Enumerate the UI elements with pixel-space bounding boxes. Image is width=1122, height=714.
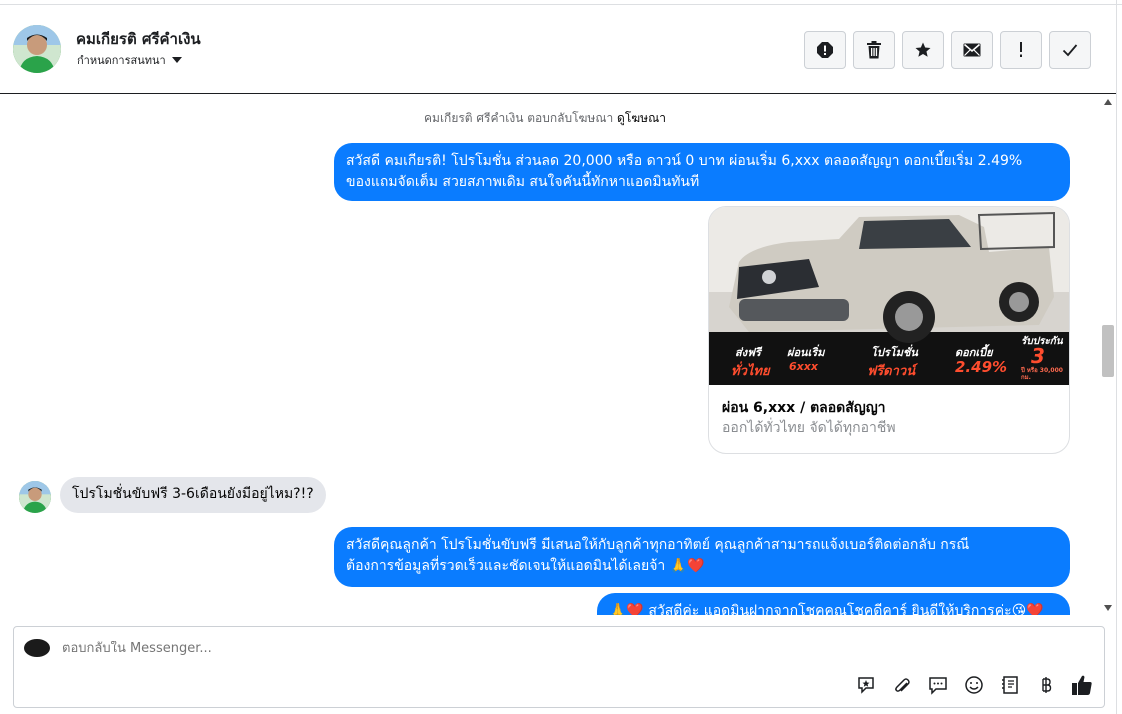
composer-tools — [854, 673, 1094, 697]
like-icon — [1072, 675, 1092, 695]
ad-card[interactable]: ส่งฟรี ทั่วไทย ผ่อนเริ่ม 6xxx โปรโมชั่น … — [708, 206, 1070, 454]
promo-label: ส่งฟรี — [735, 346, 761, 359]
mark-done-button[interactable] — [1049, 31, 1091, 69]
exclamation-icon — [1020, 42, 1022, 57]
scroll-thumb[interactable] — [1102, 325, 1114, 377]
scroll-down-arrow-icon[interactable] — [1104, 605, 1112, 611]
report-button[interactable] — [804, 31, 846, 69]
message-line: ของแถมจัดเต็ม สวยสภาพเดิม สนใจคันนี้ทักห… — [346, 174, 700, 190]
sticker-button[interactable] — [854, 673, 878, 697]
envelope-icon — [963, 43, 981, 57]
saved-replies-button[interactable] — [926, 673, 950, 697]
spam-button[interactable] — [1000, 31, 1042, 69]
message-text: โปรโมชั่นขับฟรี 3-6เดือนยังมีอยู่ไหม?!? — [72, 486, 314, 502]
promo-extra: ปี หรือ 30,000 กม. — [1021, 367, 1063, 381]
message-bubble-incoming[interactable]: โปรโมชั่นขับฟรี 3-6เดือนยังมีอยู่ไหม?!? — [60, 477, 326, 513]
report-icon — [817, 42, 833, 58]
scroll-up-arrow-icon[interactable] — [1104, 99, 1112, 105]
card-title: ผ่อน 6,xxx / ตลอดสัญญา — [722, 400, 886, 416]
check-icon — [1062, 44, 1078, 57]
promo-value: 2.49% — [955, 358, 1008, 376]
star-icon — [915, 42, 931, 57]
paperclip-icon — [895, 678, 910, 692]
message-line: ต้องการข้อมูลที่รวดเร็วและชัดเจนให้แอดมิ… — [346, 558, 705, 574]
schedule-dropdown[interactable]: กำหนดการสนทนา — [77, 51, 182, 69]
saved-replies-icon — [929, 677, 947, 695]
message-bubble-outgoing[interactable]: 🙏❤️ สวัสดีค่ะ แอดมินฝากจากโชคคูณโชคดีคาร… — [597, 593, 1070, 615]
car-image: ส่งฟรี ทั่วไทย ผ่อนเริ่ม 6xxx โปรโมชั่น … — [709, 207, 1069, 395]
inbox-window: คมเกียรติ ศรีคำเงิน กำหนดการสนทนา คมเกีย… — [0, 0, 1122, 714]
attach-button[interactable] — [890, 673, 914, 697]
catalog-button[interactable] — [998, 673, 1022, 697]
schedule-label: กำหนดการสนทนา — [77, 54, 166, 67]
emoji-icon — [965, 676, 983, 694]
view-ad-link[interactable]: ดูโฆษณา — [617, 111, 666, 125]
promo-value: ฟรีดาวน์ — [867, 364, 916, 379]
card-subtitle: ออกได้ทั่วไทย จัดได้ทุกอาชีพ — [722, 420, 896, 436]
star-button[interactable] — [902, 31, 944, 69]
promo-label: ผ่อนเริ่ม — [787, 346, 825, 359]
message-line: สวัสดี คมเกียรติ! โปรโมชั่น ส่วนลด 20,00… — [346, 153, 1023, 169]
promo-value: 3 — [1031, 344, 1045, 368]
promo-label: โปรโมชั่น — [871, 346, 918, 359]
reply-composer — [13, 626, 1105, 708]
header-actions — [804, 31, 1091, 69]
contact-avatar-small[interactable] — [19, 481, 51, 513]
message-line: สวัสดีคุณลูกค้า โปรโมชั่นขับฟรี มีเสนอให… — [346, 537, 970, 553]
caret-down-icon — [171, 57, 182, 63]
thread-scrollbar[interactable] — [1100, 95, 1116, 615]
reply-input[interactable] — [62, 641, 762, 656]
message-text: 🙏❤️ สวัสดีค่ะ แอดมินฝากจากโชคคูณโชคดีคาร… — [609, 603, 1044, 615]
emoji-button[interactable] — [962, 673, 986, 697]
like-button[interactable] — [1070, 673, 1094, 697]
baht-icon — [1042, 677, 1052, 693]
trash-icon — [867, 41, 881, 59]
contact-name[interactable]: คมเกียรติ ศรีคำเงิน — [76, 27, 201, 51]
message-bubble-outgoing[interactable]: สวัสดี คมเกียรติ! โปรโมชั่น ส่วนลด 20,00… — [334, 143, 1070, 201]
ad-reply-text: คมเกียรติ ศรีคำเงิน ตอบกลับโฆษณา — [424, 111, 614, 125]
right-border — [1116, 0, 1117, 714]
message-bubble-outgoing[interactable]: สวัสดีคุณลูกค้า โปรโมชั่นขับฟรี มีเสนอให… — [334, 527, 1070, 587]
sticker-icon — [858, 677, 874, 694]
ad-reply-notice: คมเกียรติ ศรีคำเงิน ตอบกลับโฆษณา ดูโฆษณา — [0, 109, 1090, 128]
book-icon — [1002, 676, 1018, 694]
conversation-header: คมเกียรติ ศรีคำเงิน กำหนดการสนทนา — [0, 5, 1116, 94]
promo-value: 6xxx — [789, 360, 818, 373]
payment-button[interactable] — [1034, 673, 1058, 697]
mark-unread-button[interactable] — [951, 31, 993, 69]
promo-value: ทั่วไทย — [731, 364, 770, 379]
page-avatar — [24, 639, 50, 657]
delete-button[interactable] — [853, 31, 895, 69]
message-thread[interactable]: คมเกียรติ ศรีคำเงิน ตอบกลับโฆษณา ดูโฆษณา… — [0, 95, 1100, 615]
contact-avatar[interactable] — [13, 25, 61, 73]
